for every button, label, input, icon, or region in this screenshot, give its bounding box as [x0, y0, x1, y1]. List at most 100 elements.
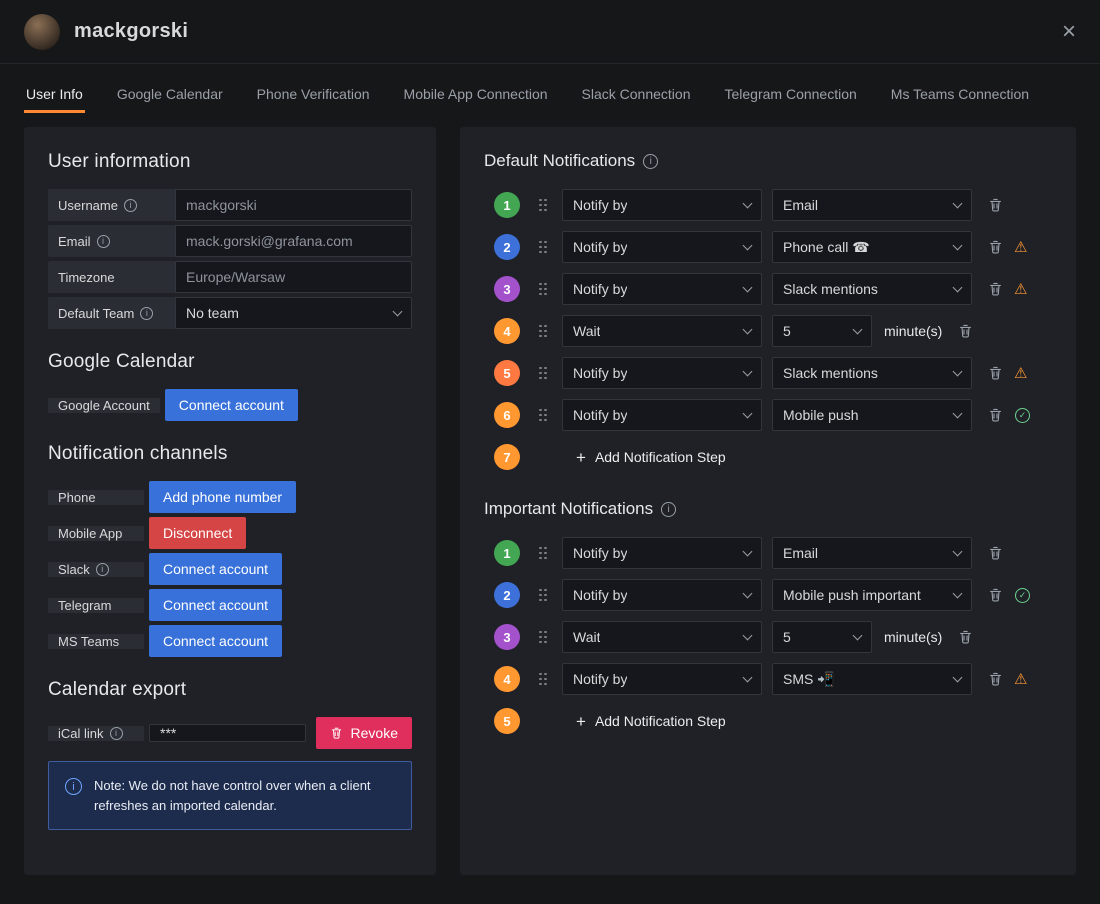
- drag-handle-icon[interactable]: [538, 408, 548, 422]
- delete-step-button[interactable]: [956, 321, 975, 341]
- chevron-down-icon: [952, 366, 963, 377]
- username-input[interactable]: mackgorski: [175, 189, 412, 221]
- drag-handle-icon[interactable]: [538, 198, 548, 212]
- info-icon: [140, 306, 154, 320]
- notification-step: 4 Notify by SMS 📲: [484, 663, 1052, 695]
- tab-user-info[interactable]: User Info: [24, 80, 85, 113]
- delete-step-button[interactable]: [986, 405, 1005, 425]
- add-notification-step-button[interactable]: Add Notification Step: [576, 449, 726, 466]
- step-channel-select[interactable]: Email: [772, 189, 972, 221]
- trash-icon: [988, 545, 1003, 561]
- calendar-export-heading: Calendar export: [48, 679, 187, 700]
- delete-step-button[interactable]: [986, 543, 1005, 563]
- step-number-badge: 7: [494, 444, 520, 470]
- step-number-badge: 2: [494, 582, 520, 608]
- add-phone-number-button[interactable]: Add phone number: [149, 481, 297, 513]
- tab-telegram-connection[interactable]: Telegram Connection: [722, 80, 858, 113]
- important-notifications-heading: Important Notifications: [484, 499, 1052, 519]
- step-action-select[interactable]: Notify by: [562, 399, 762, 431]
- revoke-button[interactable]: Revoke: [315, 717, 412, 749]
- delete-step-button[interactable]: [956, 627, 975, 647]
- delete-step-button[interactable]: [986, 237, 1005, 257]
- step-action-select[interactable]: Notify by: [562, 357, 762, 389]
- drag-handle-icon[interactable]: [538, 282, 548, 296]
- wait-duration-select[interactable]: 5: [772, 315, 872, 347]
- drag-handle-icon[interactable]: [538, 588, 548, 602]
- drag-handle-icon[interactable]: [538, 366, 548, 380]
- slack-connect-account-button[interactable]: Connect account: [149, 553, 283, 585]
- chevron-down-icon: [952, 198, 963, 209]
- ms-teams-channel-row: MS Teams Connect account: [48, 625, 412, 657]
- slack-label: Slack: [48, 561, 144, 577]
- add-step-row: 7 Add Notification Step: [484, 441, 1052, 473]
- step-channel-select[interactable]: SMS 📲: [772, 663, 972, 695]
- trash-icon: [988, 365, 1003, 381]
- drag-handle-icon[interactable]: [538, 324, 548, 338]
- step-action-select[interactable]: Notify by: [562, 189, 762, 221]
- step-channel-select[interactable]: Email: [772, 537, 972, 569]
- chevron-down-icon: [742, 546, 753, 557]
- trash-icon: [988, 587, 1003, 603]
- step-action-select[interactable]: Wait: [562, 621, 762, 653]
- username-label: Username: [48, 189, 175, 221]
- notification-step: 2 Notify by Mobile push important: [484, 579, 1052, 611]
- tab-slack-connection[interactable]: Slack Connection: [580, 80, 693, 113]
- email-label: Email: [48, 225, 175, 257]
- chevron-down-icon: [742, 366, 753, 377]
- timezone-input[interactable]: Europe/Warsaw: [175, 261, 412, 293]
- info-icon: [643, 153, 659, 169]
- warning-icon: [1014, 282, 1027, 297]
- step-action-select[interactable]: Notify by: [562, 537, 762, 569]
- mobile-app-disconnect-button[interactable]: Disconnect: [149, 517, 247, 549]
- step-action-select[interactable]: Notify by: [562, 579, 762, 611]
- info-icon: [95, 562, 109, 576]
- add-notification-step-button[interactable]: Add Notification Step: [576, 713, 726, 730]
- step-action-select[interactable]: Notify by: [562, 273, 762, 305]
- phone-label: Phone: [48, 489, 144, 505]
- step-channel-select[interactable]: Mobile push: [772, 399, 972, 431]
- delete-step-button[interactable]: [986, 279, 1005, 299]
- ms-teams-connect-account-button[interactable]: Connect account: [149, 625, 283, 657]
- mobile-app-label: Mobile App: [48, 525, 144, 541]
- chevron-down-icon: [852, 324, 863, 335]
- chevron-down-icon: [742, 672, 753, 683]
- drag-handle-icon[interactable]: [538, 630, 548, 644]
- trash-icon: [988, 197, 1003, 213]
- info-icon: [123, 198, 137, 212]
- username-field-row: Username mackgorski: [48, 189, 412, 221]
- google-connect-account-button[interactable]: Connect account: [164, 389, 298, 421]
- user-information-heading: User information: [48, 151, 191, 172]
- ical-link-input[interactable]: ***: [149, 724, 306, 742]
- step-action-select[interactable]: Notify by: [562, 663, 762, 695]
- drag-handle-icon[interactable]: [538, 672, 548, 686]
- notification-step: 2 Notify by Phone call ☎: [484, 231, 1052, 263]
- step-channel-select[interactable]: Slack mentions: [772, 273, 972, 305]
- chevron-down-icon: [742, 198, 753, 209]
- step-action-select[interactable]: Wait: [562, 315, 762, 347]
- notification-step: 4 Wait 5 minute(s): [484, 315, 1052, 347]
- chevron-down-icon: [952, 408, 963, 419]
- tab-phone-verification[interactable]: Phone Verification: [255, 80, 372, 113]
- telegram-channel-row: Telegram Connect account: [48, 589, 412, 621]
- delete-step-button[interactable]: [986, 585, 1005, 605]
- delete-step-button[interactable]: [986, 363, 1005, 383]
- step-channel-select[interactable]: Phone call ☎: [772, 231, 972, 263]
- wait-duration-select[interactable]: 5: [772, 621, 872, 653]
- default-team-select[interactable]: No team: [175, 297, 412, 329]
- drag-handle-icon[interactable]: [538, 240, 548, 254]
- tab-mobile-app-connection[interactable]: Mobile App Connection: [402, 80, 550, 113]
- step-channel-select[interactable]: Slack mentions: [772, 357, 972, 389]
- step-action-select[interactable]: Notify by: [562, 231, 762, 263]
- telegram-connect-account-button[interactable]: Connect account: [149, 589, 283, 621]
- delete-step-button[interactable]: [986, 669, 1005, 689]
- tab-google-calendar[interactable]: Google Calendar: [115, 80, 225, 113]
- drag-handle-icon[interactable]: [538, 546, 548, 560]
- timezone-field-row: Timezone Europe/Warsaw: [48, 261, 412, 293]
- email-input[interactable]: mack.gorski@grafana.com: [175, 225, 412, 257]
- close-icon[interactable]: ×: [1062, 19, 1076, 44]
- trash-icon: [330, 726, 343, 740]
- tab-ms-teams-connection[interactable]: Ms Teams Connection: [889, 80, 1031, 113]
- notification-step: 5 Notify by Slack mentions: [484, 357, 1052, 389]
- delete-step-button[interactable]: [986, 195, 1005, 215]
- step-channel-select[interactable]: Mobile push important: [772, 579, 972, 611]
